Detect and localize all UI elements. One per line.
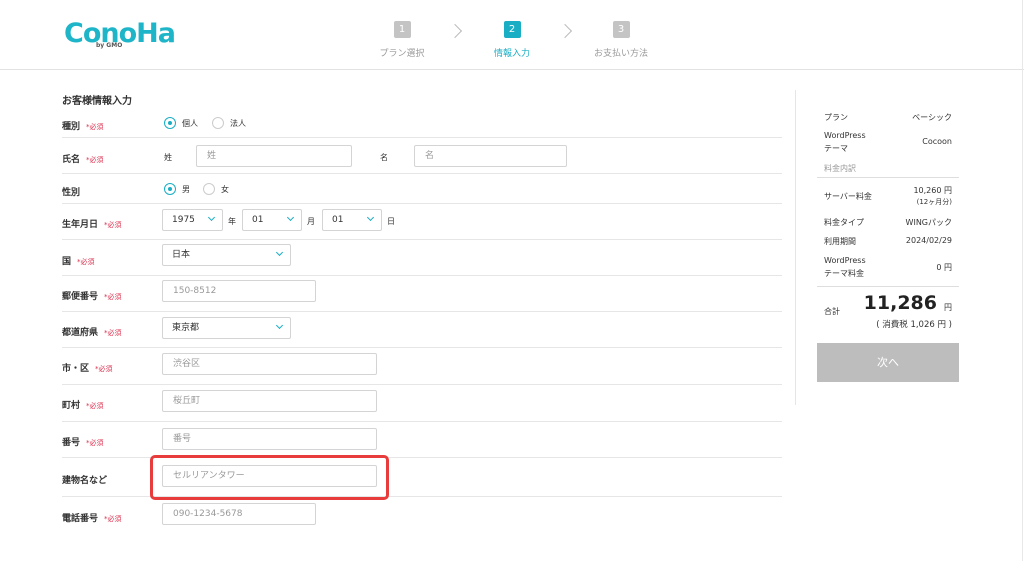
form-title: お客様情報入力: [62, 96, 132, 107]
city-label: 市・区 *必須: [62, 364, 113, 374]
birth-month-select[interactable]: 01: [242, 209, 302, 231]
number-input[interactable]: 番号: [162, 428, 377, 450]
birth-day-select[interactable]: 01: [322, 209, 382, 231]
building-label: 建物名など: [62, 476, 108, 486]
chevron-down-icon: [366, 213, 375, 222]
summary-server-fee: サーバー料金 10,260 円 (12ヶ月分): [824, 186, 952, 206]
chevron-down-icon: [286, 213, 295, 222]
country-label: 国 *必須: [62, 257, 95, 267]
step-number: 3: [612, 21, 630, 38]
row-phone: 電話番号 *必須 090-1234-5678: [62, 497, 782, 535]
row-town: 町村 *必須 桜丘町: [62, 385, 782, 422]
radio-male-label: 男: [182, 185, 190, 194]
step-plan: 1 プラン選択: [362, 17, 442, 59]
row-prefecture: 都道府県 *必須 東京都: [62, 312, 782, 348]
step-label: プラン選択: [379, 49, 425, 59]
step-label: お支払い方法: [593, 49, 648, 59]
birthdate-label: 生年月日 *必須: [62, 220, 122, 230]
day-unit: 日: [387, 217, 395, 226]
summary-theme-fee: WordPress テーマ料金 0 円: [824, 256, 952, 278]
radio-female[interactable]: [203, 183, 215, 195]
row-gender: 性別 男 女: [62, 174, 782, 204]
chevron-right-icon: [447, 23, 463, 39]
number-label: 番号 *必須: [62, 438, 104, 448]
birth-year-select[interactable]: 1975: [162, 209, 223, 231]
town-input[interactable]: 桜丘町: [162, 390, 377, 412]
summary-theme: WordPress テーマ Cocoon: [824, 131, 952, 153]
conoha-logo[interactable]: ConoHa by GMO: [64, 18, 176, 52]
chevron-right-icon: [557, 23, 573, 39]
radio-corporate-label: 法人: [230, 119, 246, 128]
mei-label: 名: [380, 153, 388, 162]
prefecture-select[interactable]: 東京都: [162, 317, 291, 339]
name-label: 氏名 *必須: [62, 155, 104, 165]
chevron-down-icon: [207, 213, 216, 222]
country-select[interactable]: 日本: [162, 244, 291, 266]
row-name: 氏名 *必須 姓 姓 名 名: [62, 138, 782, 174]
type-label: 種別 *必須: [62, 122, 104, 132]
city-input[interactable]: 渋谷区: [162, 353, 377, 375]
logo-sub: by GMO: [96, 42, 123, 49]
radio-individual[interactable]: [164, 117, 176, 129]
postal-input[interactable]: 150-8512: [162, 280, 316, 302]
row-country: 国 *必須 日本: [62, 240, 782, 276]
row-birthdate: 生年月日 *必須 1975 年 01 月 01 日: [62, 204, 782, 240]
total-amount: 11,286: [863, 292, 937, 314]
building-highlight-box: [150, 455, 389, 500]
sei-label: 姓: [164, 153, 172, 162]
row-type: 種別 *必須 個人 法人: [62, 110, 782, 138]
sidebar-divider: [795, 90, 796, 405]
postal-label: 郵便番号 *必須: [62, 292, 122, 302]
radio-male[interactable]: [164, 183, 176, 195]
chevron-down-icon: [275, 321, 284, 330]
mei-input[interactable]: 名: [414, 145, 567, 167]
step-label: 情報入力: [493, 49, 530, 59]
chevron-down-icon: [275, 248, 284, 257]
step-payment: 3 お支払い方法: [581, 17, 661, 59]
row-number: 番号 *必須 番号: [62, 422, 782, 458]
radio-female-label: 女: [221, 185, 229, 194]
sei-input[interactable]: 姓: [196, 145, 352, 167]
prefecture-label: 都道府県 *必須: [62, 328, 122, 338]
year-unit: 年: [228, 217, 236, 226]
step-number: 1: [393, 21, 411, 38]
page-edge: [1022, 0, 1023, 561]
radio-individual-label: 個人: [182, 119, 198, 128]
town-label: 町村 *必須: [62, 401, 104, 411]
header: ConoHa by GMO 1 プラン選択 2 情報入力 3 お支払い方法: [0, 0, 1024, 70]
next-button[interactable]: 次へ: [817, 343, 959, 382]
tax-amount: ( 消費税 1,026 円 ): [876, 320, 952, 330]
summary-divider: [817, 286, 959, 287]
phone-input[interactable]: 090-1234-5678: [162, 503, 316, 525]
month-unit: 月: [307, 217, 315, 226]
phone-label: 電話番号 *必須: [62, 514, 122, 524]
summary-divider: [817, 177, 959, 178]
step-info: 2 情報入力: [472, 17, 552, 59]
gender-label: 性別: [62, 188, 81, 198]
step-number: 2: [503, 21, 521, 38]
radio-corporate[interactable]: [212, 117, 224, 129]
row-postal: 郵便番号 *必須 150-8512: [62, 276, 782, 312]
summary-total: 合計 11,286 円 ( 消費税 1,026 円 ): [824, 292, 952, 330]
row-city: 市・区 *必須 渋谷区: [62, 348, 782, 385]
